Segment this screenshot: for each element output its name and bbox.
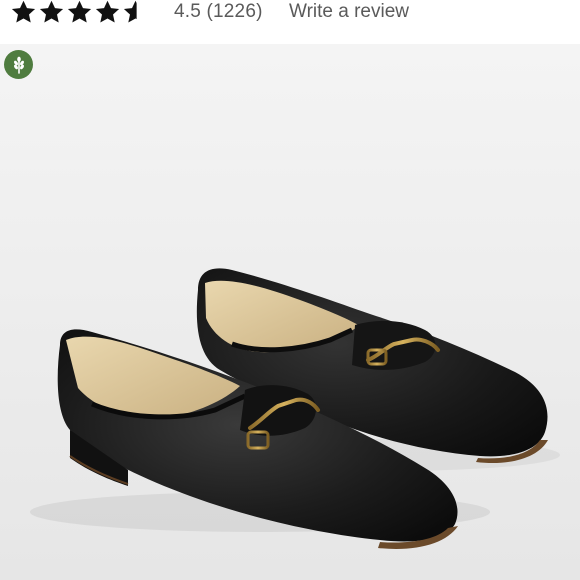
loafer-shoes-illustration: [0, 44, 580, 580]
product-image[interactable]: [0, 44, 580, 580]
rating-bar: 4.5 (1226) Write a review: [0, 0, 580, 44]
rating-summary: 4.5 (1226): [174, 1, 263, 22]
star-full-icon: [11, 0, 36, 23]
write-review-link[interactable]: Write a review: [289, 1, 409, 23]
star-full-icon: [67, 0, 92, 23]
star-full-icon: [95, 0, 120, 23]
star-half-icon: [123, 0, 137, 23]
star-rating[interactable]: [10, 0, 149, 28]
wheat-leaf-icon: [13, 56, 24, 74]
eco-badge: [4, 50, 33, 79]
star-full-icon: [39, 0, 64, 23]
